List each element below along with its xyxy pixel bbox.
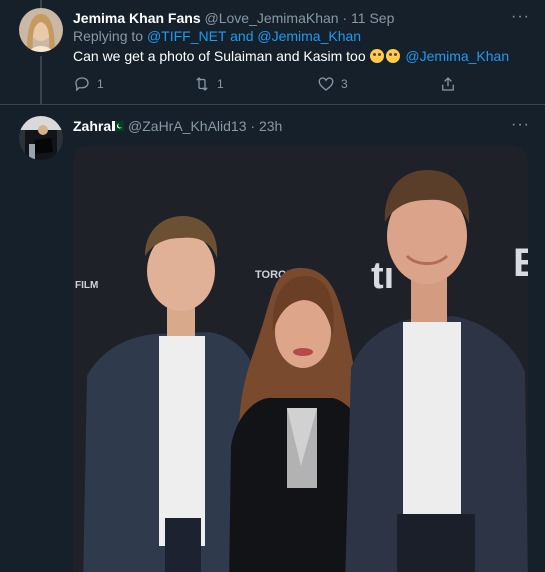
tweet-header: Zahra @ZaHrA_KhAlid13 · 23h — [73, 117, 282, 135]
pakistan-flag-icon — [112, 121, 125, 131]
user-handle[interactable]: @Love_JemimaKhan — [205, 10, 339, 26]
timestamp[interactable]: 23h — [259, 118, 282, 134]
retweet-icon — [196, 77, 208, 91]
avatar[interactable] — [19, 116, 63, 160]
retweet-button[interactable]: 1 — [193, 75, 224, 93]
display-name[interactable]: Jemima Khan Fans — [73, 10, 201, 26]
retweet-count: 1 — [217, 77, 224, 91]
replying-prefix: Replying to — [73, 28, 144, 44]
pleading-face-icon — [369, 49, 384, 63]
display-name[interactable]: Zahra — [73, 118, 111, 134]
replying-user-link[interactable]: @TIFF_NET — [147, 28, 226, 44]
tweet-1[interactable]: Jemima Khan Fans @Love_JemimaKhan · 11 S… — [0, 0, 545, 104]
tweet-actions: 1 1 3 — [73, 75, 473, 95]
like-button[interactable]: 3 — [317, 75, 348, 93]
backdrop-tiff-mark: E — [513, 241, 528, 285]
reply-icon — [75, 77, 89, 92]
pleading-face-icon — [385, 49, 400, 63]
tweet-header: Jemima Khan Fans @Love_JemimaKhan · 11 S… — [73, 9, 394, 27]
replying-user-link[interactable]: @Jemima_Khan — [257, 28, 361, 44]
heart-icon — [318, 77, 334, 91]
separator: · — [250, 118, 256, 134]
user-handle[interactable]: @ZaHrA_KhAlid13 — [128, 118, 247, 134]
separator: · — [342, 10, 348, 26]
share-button[interactable] — [439, 75, 457, 93]
like-count: 3 — [341, 77, 348, 91]
share-icon — [442, 77, 454, 91]
timestamp[interactable]: 11 Sep — [351, 10, 394, 26]
tweet-text: Can we get a photo of Sulaiman and Kasim… — [73, 47, 509, 65]
backdrop-logo-text: FILM — [75, 280, 98, 291]
avatar[interactable] — [19, 8, 63, 52]
reply-button[interactable]: 1 — [73, 75, 104, 93]
thread-line — [40, 56, 42, 104]
tweet-text-body: Can we get a photo of Sulaiman and Kasim… — [73, 48, 366, 64]
more-options-icon[interactable]: ··· — [511, 117, 530, 133]
replying-to: Replying to @TIFF_NET and @Jemima_Khan — [73, 27, 361, 45]
reply-count: 1 — [97, 77, 104, 91]
backdrop-tiff-mark: tı — [371, 255, 394, 297]
more-options-icon[interactable]: ··· — [511, 9, 530, 25]
replying-and[interactable]: and — [230, 28, 253, 44]
tweet-photo[interactable]: TORONTO FILM tı E — [73, 146, 528, 572]
mention-link[interactable]: @Jemima_Khan — [405, 48, 509, 64]
